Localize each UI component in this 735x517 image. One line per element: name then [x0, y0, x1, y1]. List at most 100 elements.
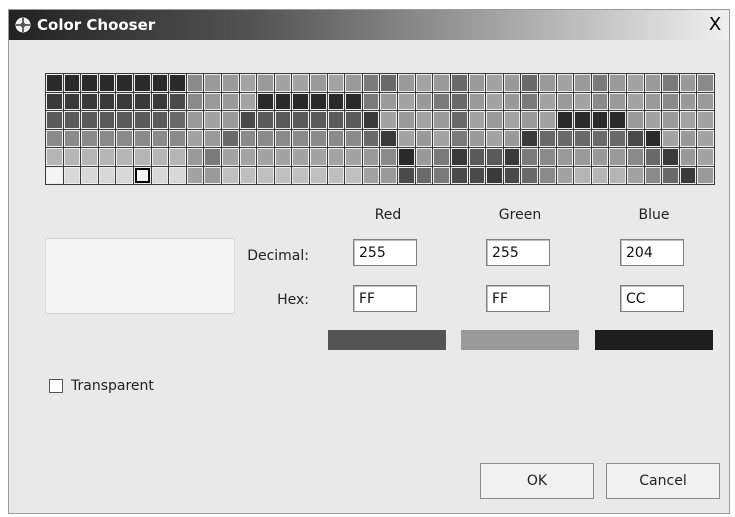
- color-swatch[interactable]: [274, 148, 292, 166]
- color-swatch[interactable]: [468, 92, 486, 110]
- color-swatch[interactable]: [310, 74, 327, 92]
- color-swatch[interactable]: [697, 148, 714, 166]
- color-swatch[interactable]: [151, 92, 169, 110]
- color-swatch[interactable]: [327, 148, 345, 166]
- color-swatch[interactable]: [697, 74, 714, 92]
- color-swatch[interactable]: [63, 92, 81, 110]
- color-swatch[interactable]: [574, 92, 591, 110]
- color-swatch[interactable]: [274, 166, 292, 184]
- cancel-button[interactable]: Cancel: [606, 463, 720, 499]
- color-swatch[interactable]: [556, 129, 574, 147]
- color-swatch[interactable]: [292, 92, 310, 110]
- color-swatch[interactable]: [274, 129, 292, 147]
- color-swatch[interactable]: [626, 148, 644, 166]
- color-swatch[interactable]: [574, 166, 591, 184]
- color-swatch[interactable]: [556, 92, 574, 110]
- color-swatch[interactable]: [362, 129, 380, 147]
- close-button[interactable]: X: [705, 14, 725, 36]
- color-swatch[interactable]: [46, 92, 63, 110]
- color-swatch[interactable]: [81, 148, 98, 166]
- color-swatch[interactable]: [380, 129, 398, 147]
- color-swatch[interactable]: [415, 166, 433, 184]
- color-swatch[interactable]: [679, 166, 697, 184]
- color-swatch[interactable]: [362, 92, 380, 110]
- color-swatch[interactable]: [468, 129, 486, 147]
- color-swatch[interactable]: [380, 148, 398, 166]
- color-swatch[interactable]: [697, 129, 714, 147]
- color-swatch[interactable]: [81, 92, 98, 110]
- color-swatch[interactable]: [679, 148, 697, 166]
- color-swatch[interactable]: [186, 111, 204, 129]
- color-swatch[interactable]: [46, 166, 63, 184]
- color-swatch[interactable]: [609, 148, 626, 166]
- color-swatch[interactable]: [134, 74, 151, 92]
- color-swatch[interactable]: [538, 129, 556, 147]
- color-swatch[interactable]: [644, 129, 662, 147]
- color-swatch[interactable]: [222, 92, 239, 110]
- color-swatch[interactable]: [292, 148, 310, 166]
- color-swatch[interactable]: [169, 148, 186, 166]
- color-swatch[interactable]: [204, 74, 222, 92]
- color-swatch[interactable]: [345, 92, 362, 110]
- color-swatch[interactable]: [98, 74, 116, 92]
- color-swatch[interactable]: [345, 129, 362, 147]
- color-swatch[interactable]: [644, 92, 662, 110]
- color-swatch[interactable]: [662, 92, 679, 110]
- color-swatch[interactable]: [186, 92, 204, 110]
- color-swatch[interactable]: [98, 166, 116, 184]
- color-swatch[interactable]: [63, 74, 81, 92]
- color-swatch[interactable]: [204, 111, 222, 129]
- color-swatch[interactable]: [186, 129, 204, 147]
- color-swatch[interactable]: [538, 74, 556, 92]
- color-swatch[interactable]: [574, 148, 591, 166]
- color-swatch[interactable]: [450, 148, 468, 166]
- color-swatch[interactable]: [222, 74, 239, 92]
- color-swatch[interactable]: [345, 166, 362, 184]
- color-swatch[interactable]: [169, 166, 186, 184]
- color-swatch[interactable]: [591, 129, 609, 147]
- color-swatch[interactable]: [134, 92, 151, 110]
- color-swatch[interactable]: [521, 92, 538, 110]
- color-swatch[interactable]: [362, 166, 380, 184]
- color-swatch[interactable]: [239, 166, 257, 184]
- color-swatch[interactable]: [468, 148, 486, 166]
- color-swatch[interactable]: [169, 111, 186, 129]
- color-swatch[interactable]: [222, 111, 239, 129]
- color-swatch[interactable]: [116, 129, 134, 147]
- color-swatch[interactable]: [450, 92, 468, 110]
- color-swatch[interactable]: [186, 148, 204, 166]
- color-swatch[interactable]: [433, 166, 450, 184]
- color-swatch[interactable]: [556, 166, 574, 184]
- color-swatch[interactable]: [662, 166, 679, 184]
- color-swatch[interactable]: [380, 111, 398, 129]
- color-swatch[interactable]: [415, 111, 433, 129]
- blue-hex-field[interactable]: [620, 285, 684, 312]
- color-swatch[interactable]: [697, 92, 714, 110]
- selected-color-swatch[interactable]: [134, 166, 151, 184]
- color-swatch[interactable]: [521, 74, 538, 92]
- color-swatch[interactable]: [415, 129, 433, 147]
- color-swatch[interactable]: [503, 111, 521, 129]
- color-swatch[interactable]: [486, 74, 503, 92]
- ok-button[interactable]: OK: [480, 463, 594, 499]
- color-swatch[interactable]: [697, 111, 714, 129]
- color-swatch[interactable]: [433, 74, 450, 92]
- color-swatch[interactable]: [433, 148, 450, 166]
- color-swatch[interactable]: [81, 166, 98, 184]
- color-swatch[interactable]: [574, 74, 591, 92]
- color-swatch[interactable]: [116, 111, 134, 129]
- blue-decimal-field[interactable]: [620, 239, 684, 266]
- red-decimal-field[interactable]: [353, 239, 417, 266]
- color-swatch[interactable]: [63, 166, 81, 184]
- color-swatch[interactable]: [186, 166, 204, 184]
- color-swatch[interactable]: [626, 92, 644, 110]
- color-swatch[interactable]: [468, 111, 486, 129]
- color-swatch[interactable]: [609, 92, 626, 110]
- color-swatch[interactable]: [591, 148, 609, 166]
- color-swatch[interactable]: [169, 74, 186, 92]
- color-swatch[interactable]: [134, 111, 151, 129]
- color-swatch[interactable]: [116, 166, 134, 184]
- color-swatch[interactable]: [609, 74, 626, 92]
- color-swatch[interactable]: [239, 111, 257, 129]
- color-swatch[interactable]: [626, 111, 644, 129]
